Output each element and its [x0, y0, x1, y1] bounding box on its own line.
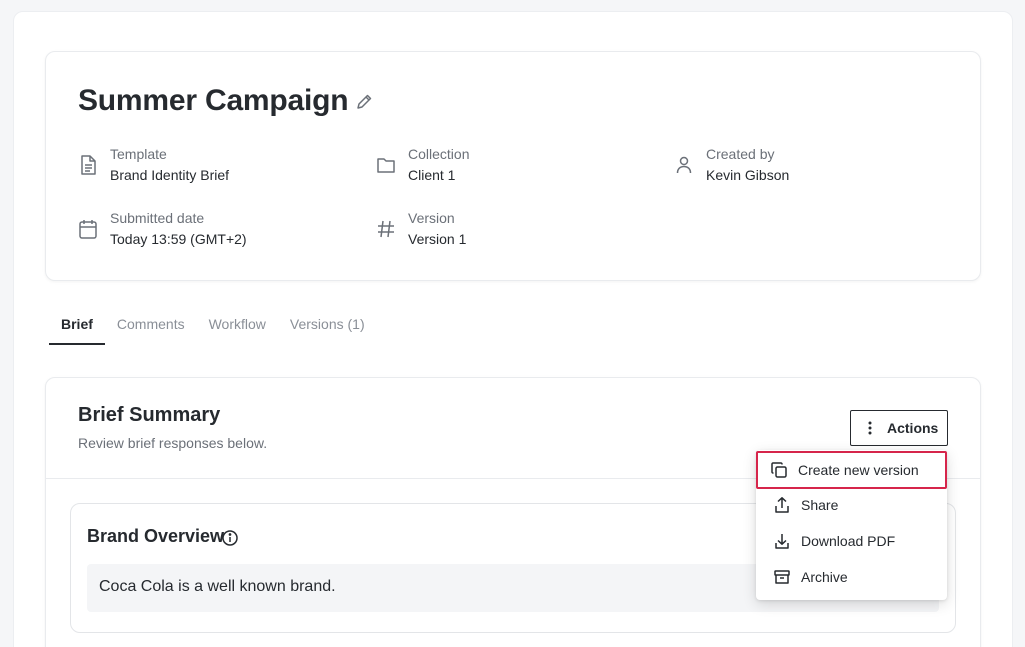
folder-icon — [376, 154, 396, 176]
copy-icon — [770, 461, 788, 479]
info-icon[interactable] — [221, 529, 239, 547]
menu-item-label: Download PDF — [801, 533, 896, 549]
actions-button-label: Actions — [887, 420, 939, 436]
tab-bar: Brief Comments Workflow Versions (1) — [49, 306, 377, 345]
menu-item-label: Share — [801, 497, 839, 513]
document-icon — [78, 154, 98, 176]
meta-version-label: Version — [408, 210, 455, 226]
meta-version-value: Version 1 — [408, 231, 467, 247]
meta-submitted-date: Submitted date Today 13:59 (GMT+2) — [78, 209, 247, 249]
page-title: Summer Campaign — [78, 84, 349, 117]
meta-collection-label: Collection — [408, 146, 470, 162]
edit-pencil-icon[interactable] — [355, 93, 373, 111]
menu-item-label: Archive — [801, 569, 848, 585]
section-title: Brand Overview — [87, 526, 225, 546]
actions-dropdown-menu: Create new version Share Download PDF Ar… — [756, 450, 947, 600]
meta-submitted-value: Today 13:59 (GMT+2) — [110, 231, 247, 247]
tab-brief[interactable]: Brief — [49, 306, 105, 345]
summary-subtitle: Review brief responses below. — [78, 435, 268, 451]
meta-version: Version Version 1 — [376, 209, 466, 249]
menu-item-archive[interactable]: Archive — [756, 562, 947, 592]
tab-versions[interactable]: Versions (1) — [278, 306, 377, 344]
menu-item-create-new-version[interactable]: Create new version — [756, 451, 947, 489]
meta-created-by-value: Kevin Gibson — [706, 167, 790, 183]
user-icon — [674, 154, 694, 176]
menu-item-share[interactable]: Share — [756, 490, 947, 520]
tab-workflow[interactable]: Workflow — [197, 306, 278, 344]
download-icon — [773, 532, 791, 550]
meta-collection-value: Client 1 — [408, 167, 456, 183]
answer-text: Coca Cola is a well known brand. — [99, 578, 336, 595]
meta-submitted-label: Submitted date — [110, 210, 205, 226]
meta-template-value: Brand Identity Brief — [110, 167, 230, 183]
more-vertical-icon — [865, 420, 875, 436]
archive-icon — [773, 568, 791, 586]
calendar-icon — [78, 218, 98, 240]
menu-item-label: Create new version — [798, 462, 919, 478]
meta-created-by-label: Created by — [706, 146, 775, 162]
menu-item-download-pdf[interactable]: Download PDF — [756, 526, 947, 556]
hash-icon — [376, 218, 396, 240]
actions-button[interactable]: Actions — [850, 410, 948, 446]
meta-template-label: Template — [110, 146, 167, 162]
share-icon — [773, 496, 791, 514]
meta-created-by: Created by Kevin Gibson — [674, 145, 789, 185]
summary-title: Brief Summary — [78, 404, 221, 426]
tab-comments[interactable]: Comments — [105, 306, 197, 344]
meta-collection: Collection Client 1 — [376, 145, 469, 185]
meta-template: Template Brand Identity Brief — [78, 145, 229, 185]
